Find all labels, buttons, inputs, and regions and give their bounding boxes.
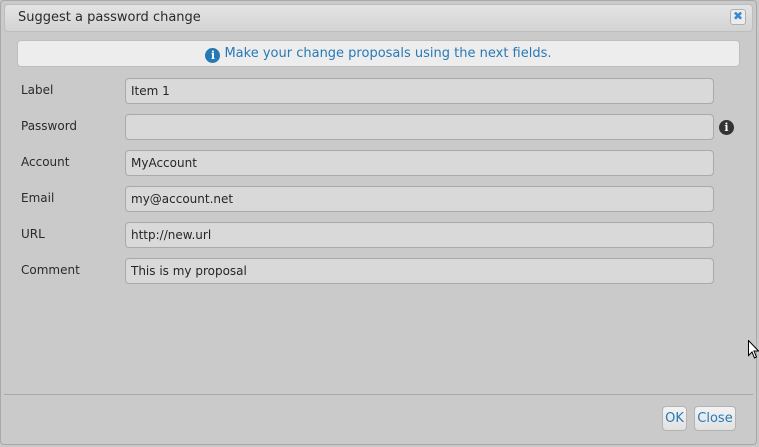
suggest-password-dialog: Suggest a password change ✖ i Make your c… — [0, 0, 757, 445]
dialog-titlebar[interactable]: Suggest a password change ✖ — [4, 4, 753, 32]
ok-button[interactable]: OK — [662, 406, 687, 431]
comment-input[interactable] — [125, 258, 714, 284]
label-field-label: Label — [21, 83, 54, 97]
password-field-label: Password — [21, 119, 78, 133]
account-input[interactable] — [125, 150, 714, 176]
email-field-label: Email — [21, 191, 55, 205]
label-input[interactable] — [125, 78, 714, 104]
password-info-icon[interactable]: i — [719, 120, 734, 135]
info-icon: i — [205, 48, 221, 63]
footer-divider — [4, 394, 753, 395]
comment-field-label: Comment — [21, 263, 80, 277]
url-field-label: URL — [21, 227, 45, 241]
url-input[interactable] — [125, 222, 714, 248]
close-icon[interactable]: ✖ — [730, 9, 746, 25]
password-input[interactable] — [125, 114, 714, 140]
dialog-title: Suggest a password change — [18, 10, 201, 25]
close-button[interactable]: Close — [694, 406, 736, 431]
email-input[interactable] — [125, 186, 714, 212]
mouse-cursor-icon — [748, 340, 759, 359]
account-field-label: Account — [21, 155, 70, 169]
info-message: Make your change proposals using the nex… — [224, 46, 552, 61]
info-banner: i Make your change proposals using the ne… — [17, 40, 740, 67]
